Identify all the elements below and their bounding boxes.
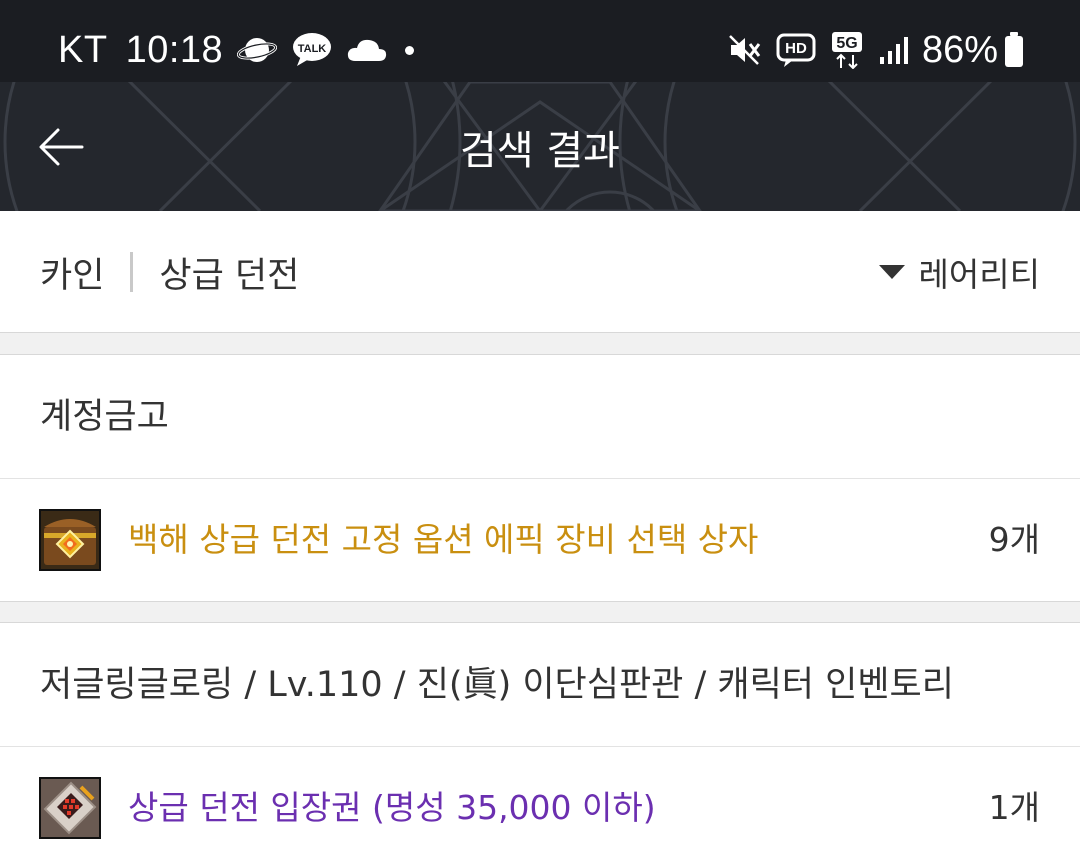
- section-spacer: [0, 601, 1080, 623]
- server-filter[interactable]: 카인: [40, 247, 104, 298]
- item-name: 백해 상급 던전 고정 옵션 에픽 장비 선택 상자: [128, 520, 759, 559]
- treasure-chest-icon: [39, 509, 101, 571]
- hd-label: HD: [785, 40, 807, 57]
- item-name: 상급 던전 입장권 (명성 35,000 이하): [128, 788, 656, 827]
- page-title: 검색 결과: [460, 128, 620, 174]
- sort-dropdown[interactable]: 레어리티: [878, 211, 1040, 333]
- battery-icon: [1004, 32, 1024, 68]
- kakaotalk-icon: TALK: [291, 32, 333, 68]
- ticket-icon: [39, 777, 101, 839]
- sort-dropdown-label: 레어리티: [918, 255, 1040, 294]
- battery-percent: 86%: [921, 28, 998, 71]
- 5g-icon: 5G: [830, 31, 864, 69]
- status-bar: KT 10:18 TALK HD 5G 86%: [0, 0, 1080, 82]
- notification-dot: [405, 45, 415, 55]
- status-right: HD 5G 86%: [714, 26, 1024, 74]
- signal-icon: [878, 35, 910, 65]
- status-left: KT 10:18 TALK: [58, 26, 415, 74]
- carrier-label: KT: [58, 28, 108, 71]
- clock: 10:18: [125, 28, 224, 71]
- hd-voice-icon: HD: [776, 32, 816, 68]
- item-count: 9개: [988, 520, 1040, 559]
- section-title: 저글링글로링 / Lv.110 / 진(眞) 이단심판관 / 캐릭터 인벤토리: [40, 665, 954, 705]
- kakaotalk-label: TALK: [298, 43, 327, 55]
- network-label: 5G: [836, 35, 857, 52]
- planet-icon: [237, 33, 278, 67]
- section-header: 계정금고: [0, 356, 1080, 479]
- filter-bar: 카인 상급 던전 레어리티: [0, 211, 1080, 333]
- filter-divider: [130, 252, 134, 292]
- category-filter[interactable]: 상급 던전: [159, 247, 299, 298]
- app-header: 검색 결과: [0, 82, 1080, 211]
- section-header: 저글링글로링 / Lv.110 / 진(眞) 이단심판관 / 캐릭터 인벤토리: [0, 624, 1080, 747]
- mute-icon: [728, 34, 762, 66]
- cloud-icon: [347, 37, 387, 63]
- dropdown-caret-icon: [878, 265, 905, 279]
- list-item[interactable]: 상급 던전 입장권 (명성 35,000 이하) 1개: [0, 747, 1080, 864]
- section-spacer: [0, 333, 1080, 355]
- item-count: 1개: [988, 788, 1040, 827]
- list-item[interactable]: 백해 상급 던전 고정 옵션 에픽 장비 선택 상자 9개: [0, 479, 1080, 601]
- search-criteria: 카인 상급 던전: [40, 211, 299, 333]
- section-title: 계정금고: [40, 397, 169, 437]
